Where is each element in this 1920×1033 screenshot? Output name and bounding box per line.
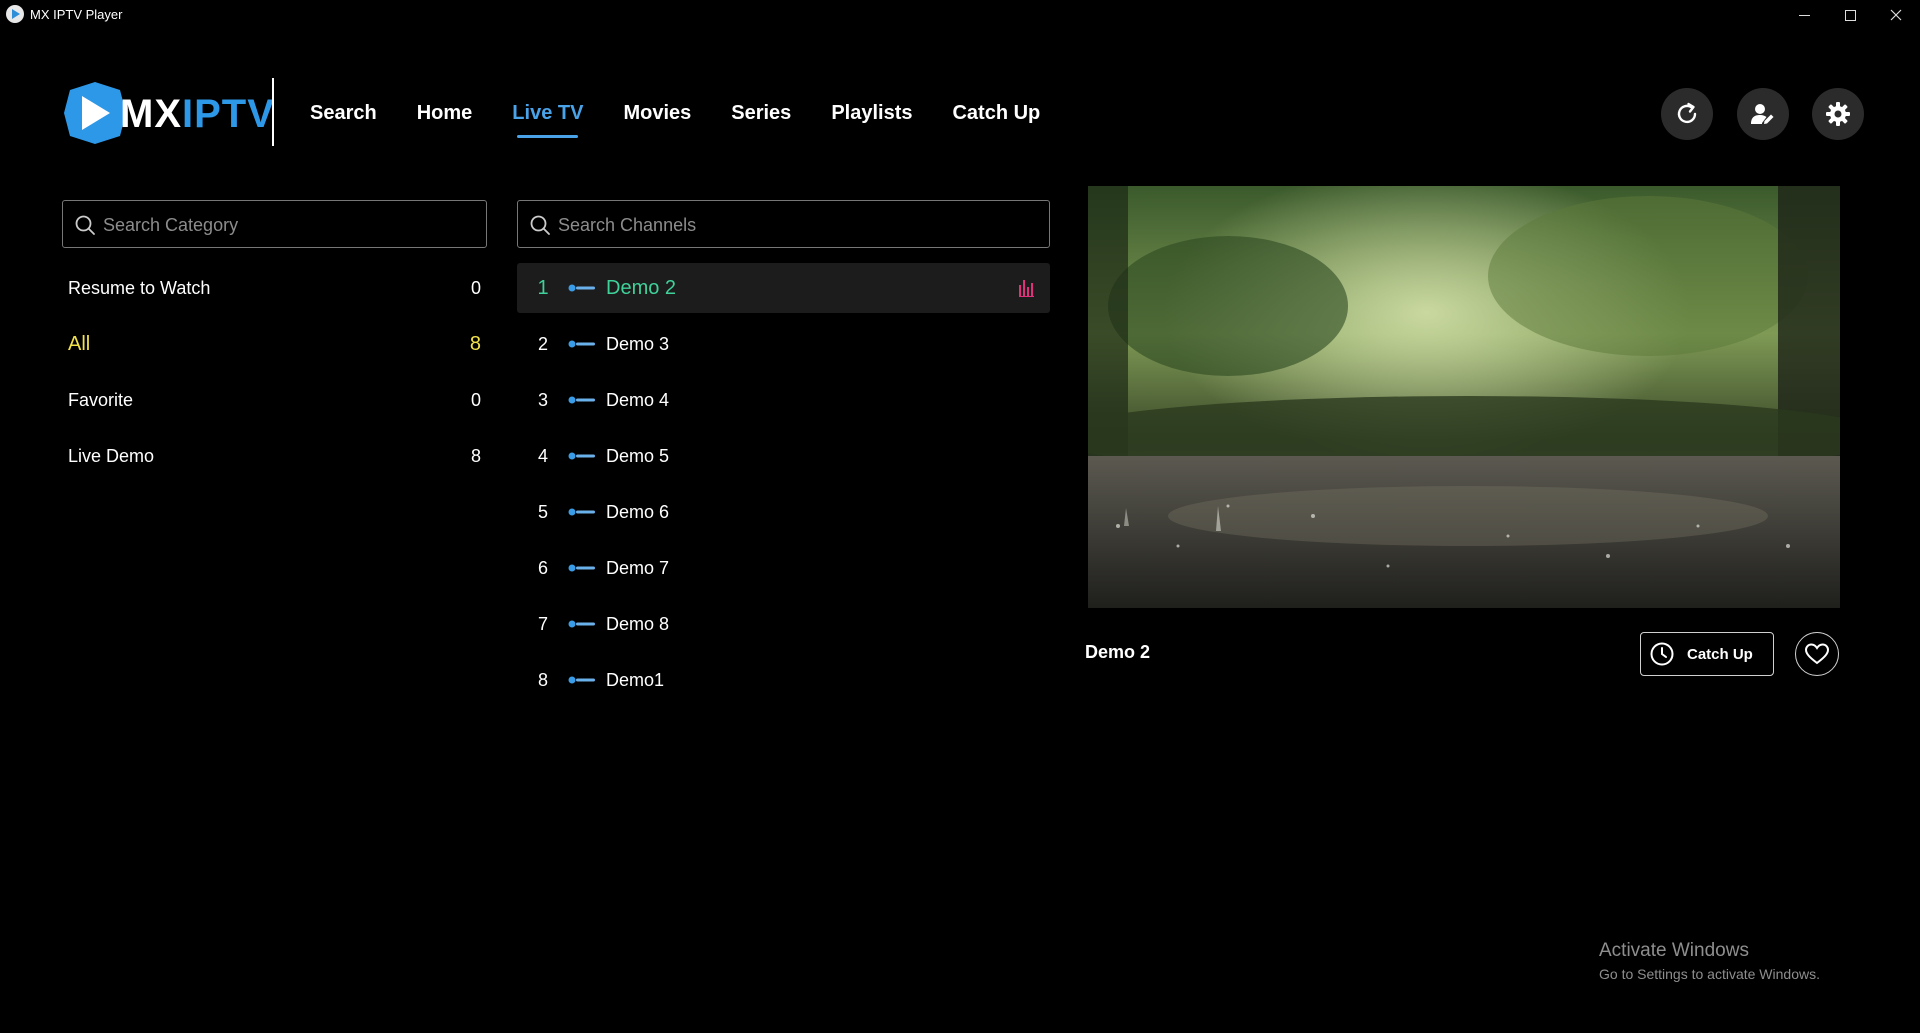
channel-logo-icon — [568, 284, 595, 292]
channel-name: Demo 8 — [606, 613, 670, 634]
app-window: MX IPTV Player MXIPTV Search Home Live T… — [0, 0, 1920, 1033]
channel-name: Demo 5 — [606, 445, 670, 466]
channel-name: Demo 3 — [606, 333, 670, 354]
close-button[interactable] — [1874, 0, 1918, 30]
channel-name: Demo 6 — [606, 501, 670, 522]
category-item-all[interactable]: All 8 — [62, 316, 487, 372]
category-item-favorite[interactable]: Favorite 0 — [62, 372, 487, 428]
watermark-title: Activate Windows — [1599, 940, 1749, 961]
clock-icon — [1650, 642, 1674, 666]
nav-search[interactable]: Search — [290, 96, 397, 130]
minimize-icon — [1798, 14, 1810, 16]
close-icon — [1890, 9, 1902, 21]
category-count: 8 — [469, 332, 481, 355]
favorite-button[interactable] — [1795, 632, 1839, 676]
user-profile-button[interactable] — [1737, 88, 1789, 140]
category-label: Live Demo — [68, 445, 155, 466]
category-count: 8 — [470, 445, 481, 466]
main-nav: Search Home Live TV Movies Series Playli… — [290, 96, 1060, 138]
refresh-icon — [1677, 102, 1697, 124]
category-count: 0 — [470, 277, 481, 298]
channel-logo-icon — [568, 676, 595, 684]
channel-row[interactable]: 7 Demo 8 — [517, 599, 1050, 649]
channel-row[interactable]: 3 Demo 4 — [517, 375, 1050, 425]
channel-name: Demo 2 — [606, 276, 677, 299]
settings-button[interactable] — [1812, 88, 1864, 140]
channel-number: 6 — [537, 557, 548, 578]
nav-playlists[interactable]: Playlists — [811, 96, 932, 130]
nav-movies[interactable]: Movies — [603, 96, 711, 130]
video-player[interactable] — [1088, 186, 1840, 608]
channel-row[interactable]: 8 Demo1 — [517, 655, 1050, 705]
playing-equalizer-icon — [1019, 280, 1034, 297]
channel-row[interactable]: 1 Demo 2 — [517, 263, 1050, 313]
maximize-icon — [1844, 9, 1856, 21]
category-item-resume-to-watch[interactable]: Resume to Watch 0 — [62, 260, 487, 316]
logo-text-iptv: IPTV — [182, 92, 275, 136]
channel-logo-icon — [568, 508, 595, 516]
app-logo[interactable]: MXIPTV — [62, 80, 274, 146]
channel-search-box — [517, 200, 1050, 249]
channel-name: Demo1 — [606, 669, 665, 690]
user-edit-icon — [1751, 104, 1774, 124]
window-title: MX IPTV Player — [30, 7, 123, 22]
channel-number: 4 — [537, 445, 548, 466]
watermark-subtitle: Go to Settings to activate Windows. — [1599, 966, 1820, 982]
catch-up-label: Catch Up — [1687, 645, 1753, 663]
video-frame — [1088, 186, 1840, 608]
category-label: Resume to Watch — [68, 277, 211, 298]
category-label: Favorite — [68, 389, 134, 410]
nav-home[interactable]: Home — [397, 96, 493, 130]
gear-icon — [1826, 102, 1850, 126]
channel-logo-icon — [568, 564, 595, 572]
heart-icon — [1804, 643, 1830, 665]
category-search-input[interactable] — [101, 201, 480, 249]
activate-windows-watermark: Activate Windows Go to Settings to activ… — [1599, 940, 1820, 982]
category-list: Resume to Watch 0 All 8 Favorite 0 Live … — [62, 260, 487, 484]
channel-number: 2 — [537, 333, 548, 354]
channel-number: 1 — [537, 276, 549, 299]
channel-row[interactable]: 5 Demo 6 — [517, 487, 1050, 537]
category-item-live-demo[interactable]: Live Demo 8 — [62, 428, 487, 484]
channel-number: 5 — [537, 501, 548, 522]
now-playing-title: Demo 2 — [1085, 642, 1151, 662]
app-icon — [6, 5, 24, 23]
logo-text-mx: MX — [120, 92, 182, 136]
channel-row[interactable]: 6 Demo 7 — [517, 543, 1050, 593]
channel-number: 8 — [537, 669, 548, 690]
nav-catch-up[interactable]: Catch Up — [932, 96, 1060, 130]
search-icon — [530, 215, 550, 235]
channel-name: Demo 7 — [606, 557, 670, 578]
search-icon — [75, 215, 95, 235]
channel-row[interactable]: 4 Demo 5 — [517, 431, 1050, 481]
refresh-button[interactable] — [1661, 88, 1713, 140]
channel-logo-icon — [568, 396, 595, 404]
header-divider — [272, 78, 274, 146]
channel-logo-icon — [568, 620, 595, 628]
category-label: All — [68, 332, 91, 355]
catch-up-button[interactable]: Catch Up — [1640, 632, 1774, 676]
nav-series[interactable]: Series — [711, 96, 811, 130]
channel-name: Demo 4 — [606, 389, 670, 410]
logo-text: MXIPTV — [120, 92, 275, 137]
channel-row[interactable]: 2 Demo 3 — [517, 319, 1050, 369]
category-count: 0 — [470, 389, 481, 410]
nav-live-tv[interactable]: Live TV — [492, 96, 603, 138]
maximize-button[interactable] — [1828, 0, 1872, 30]
minimize-button[interactable] — [1782, 0, 1826, 30]
title-bar: MX IPTV Player — [0, 0, 1920, 30]
channel-logo-icon — [568, 452, 595, 460]
category-search-box — [62, 200, 487, 249]
channel-logo-icon — [568, 340, 595, 348]
channel-number: 7 — [537, 613, 548, 634]
logo-play-icon — [64, 82, 126, 144]
channel-search-input[interactable] — [556, 201, 1043, 249]
channel-number: 3 — [537, 389, 548, 410]
channel-list: 1 Demo 2 2 Demo 3 3 Demo 4 4 Demo 5 5 De… — [517, 263, 1050, 711]
